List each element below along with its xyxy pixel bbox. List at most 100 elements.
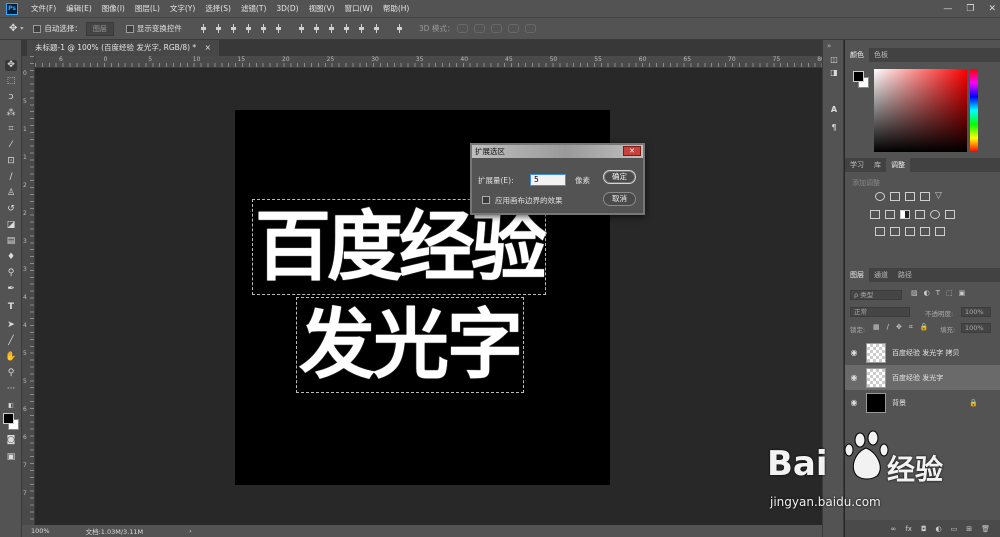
minimize-button[interactable]: —	[943, 4, 952, 14]
new-layer-icon[interactable]: ⊞	[966, 525, 972, 533]
collapse-panels-icon[interactable]: »	[827, 42, 831, 50]
adjustment-layer-icon[interactable]: ◐	[936, 525, 942, 533]
status-menu-arrow-icon[interactable]: ›	[189, 527, 192, 535]
hue-saturation-icon[interactable]	[870, 210, 880, 219]
align-bottom-icon[interactable]	[228, 24, 238, 33]
zoom-tool-icon[interactable]: ⚲	[5, 368, 17, 379]
invert-icon[interactable]	[875, 227, 885, 236]
blur-tool-icon[interactable]: ♦	[5, 252, 17, 263]
menu-3d[interactable]: 3D(D)	[271, 4, 303, 13]
clone-stamp-tool-icon[interactable]: ♙	[5, 188, 17, 199]
layer-row-background[interactable]: ◉ 背景 🔒	[845, 390, 1000, 415]
screen-mode-icon[interactable]: ▣	[5, 452, 17, 463]
distribute-bottom-icon[interactable]	[326, 24, 336, 33]
character-panel-icon[interactable]: A	[829, 105, 839, 115]
auto-select-dropdown[interactable]: 图层	[85, 21, 114, 36]
paragraph-panel-icon[interactable]: ¶	[829, 123, 839, 133]
auto-select-checkbox[interactable]	[33, 24, 42, 33]
group-layers-icon[interactable]: ▭	[951, 525, 958, 533]
selective-color-icon[interactable]	[935, 227, 945, 236]
visibility-eye-icon[interactable]: ◉	[845, 348, 863, 357]
delete-layer-icon[interactable]: 🗑	[981, 525, 990, 533]
align-hcenter-icon[interactable]	[258, 24, 268, 33]
menu-filter[interactable]: 滤镜(T)	[236, 3, 271, 14]
dodge-tool-icon[interactable]: ⚲	[5, 268, 17, 279]
auto-align-icon[interactable]	[394, 24, 404, 33]
link-layers-icon[interactable]: ∞	[891, 525, 897, 533]
dialog-title-bar[interactable]: 扩展选区	[472, 145, 643, 158]
color-balance-icon[interactable]	[885, 210, 895, 219]
tab-adjustments[interactable]: 调整	[886, 158, 910, 172]
brightness-icon[interactable]	[875, 192, 885, 201]
layer-mask-icon[interactable]: ◘	[921, 525, 927, 533]
tab-channels[interactable]: 通道	[869, 268, 893, 282]
align-vcenter-icon[interactable]	[213, 24, 223, 33]
eraser-tool-icon[interactable]: ◪	[5, 220, 17, 231]
pen-tool-icon[interactable]: ✒	[5, 284, 17, 295]
distribute-right-icon[interactable]	[371, 24, 381, 33]
panel-foreground-swatch[interactable]	[853, 71, 864, 82]
menu-select[interactable]: 选择(S)	[200, 3, 236, 14]
layer-filter-icons[interactable]: ▨◐T⬚▣	[911, 289, 971, 297]
menu-layer[interactable]: 图层(L)	[130, 3, 165, 14]
default-colors-icon[interactable]: ◧	[5, 400, 17, 411]
exposure-icon[interactable]	[920, 192, 930, 201]
3d-roll-icon[interactable]	[474, 24, 486, 33]
hue-slider[interactable]	[970, 69, 978, 152]
zoom-level[interactable]: 100%	[31, 527, 50, 535]
black-white-icon[interactable]	[900, 210, 910, 219]
history-panel-icon[interactable]: ◫	[829, 55, 839, 65]
tab-swatches[interactable]: 色板	[869, 48, 893, 62]
distribute-top-icon[interactable]	[296, 24, 306, 33]
shape-tool-icon[interactable]: ╱	[5, 336, 17, 347]
ok-button[interactable]: 确定	[603, 170, 636, 184]
3d-pan-icon[interactable]	[491, 24, 503, 33]
3d-slide-icon[interactable]	[508, 24, 520, 33]
show-transform-checkbox[interactable]	[125, 24, 134, 33]
visibility-eye-icon[interactable]: ◉	[845, 398, 863, 407]
gradient-map-icon[interactable]	[920, 227, 930, 236]
cancel-button[interactable]: 取消	[603, 192, 636, 206]
layer-row-text[interactable]: ◉ 百度经验 发光字	[845, 365, 1000, 390]
move-tool-icon[interactable]: ✥	[5, 60, 17, 71]
marquee-tool-icon[interactable]: ⬚	[5, 76, 17, 87]
tab-libraries[interactable]: 库	[869, 158, 886, 172]
fill-input[interactable]: 100%	[961, 323, 991, 333]
color-picker-field[interactable]	[874, 69, 967, 152]
eyedropper-tool-icon[interactable]: ⁄	[5, 140, 17, 151]
quick-mask-icon[interactable]: ◙	[5, 435, 17, 446]
move-tool-icon[interactable]: ✥	[9, 23, 17, 34]
document-tab[interactable]: 未标题-1 @ 100% (百度经验 发光字, RGB/8) * ×	[27, 40, 219, 56]
healing-brush-tool-icon[interactable]: ⊡	[5, 156, 17, 167]
horizontal-ruler[interactable]: 6 0 5 10 15 20 25 30 35 40 45 50 55 60 65 70 75 80	[35, 56, 825, 68]
vertical-ruler[interactable]: 0 5 1 1 2 2 3 3 4 4 5 5 6 6 7 7	[22, 56, 35, 525]
apply-canvas-bounds-checkbox[interactable]	[482, 196, 490, 204]
canvas-text-line-1[interactable]: 百度经验	[252, 199, 547, 295]
photo-filter-icon[interactable]	[915, 210, 925, 219]
canvas-text-line-2[interactable]: 发光字	[296, 297, 524, 393]
layer-row-text-copy[interactable]: ◉ 百度经验 发光字 拷贝	[845, 340, 1000, 365]
curves-icon[interactable]	[905, 192, 915, 201]
menu-help[interactable]: 帮助(H)	[378, 3, 415, 14]
opacity-input[interactable]: 100%	[961, 307, 991, 317]
channel-mixer-icon[interactable]	[930, 210, 940, 219]
menu-window[interactable]: 窗口(W)	[340, 3, 378, 14]
levels-icon[interactable]	[890, 192, 900, 201]
crop-tool-icon[interactable]: ⌗	[5, 124, 17, 135]
document-tab-close-icon[interactable]: ×	[205, 43, 211, 52]
3d-scale-icon[interactable]	[525, 24, 537, 33]
menu-view[interactable]: 视图(V)	[304, 3, 340, 14]
foreground-color-swatch[interactable]	[3, 413, 14, 424]
3d-orbit-icon[interactable]	[457, 24, 469, 33]
layer-style-icon[interactable]: fx	[905, 525, 912, 533]
lasso-tool-icon[interactable]: ↄ	[5, 92, 17, 103]
menu-edit[interactable]: 编辑(E)	[61, 3, 97, 14]
magic-wand-tool-icon[interactable]: ⁂	[5, 108, 17, 119]
more-tools-icon[interactable]: ···	[5, 384, 17, 395]
hand-tool-icon[interactable]: ✋	[5, 352, 17, 363]
layer-filter-dropdown[interactable]: ρ 类型	[850, 290, 902, 300]
distribute-hcenter-icon[interactable]	[356, 24, 366, 33]
distribute-vcenter-icon[interactable]	[311, 24, 321, 33]
tab-learn[interactable]: 学习	[845, 158, 869, 172]
tool-preset-chevron-icon[interactable]: ▾	[20, 25, 23, 32]
